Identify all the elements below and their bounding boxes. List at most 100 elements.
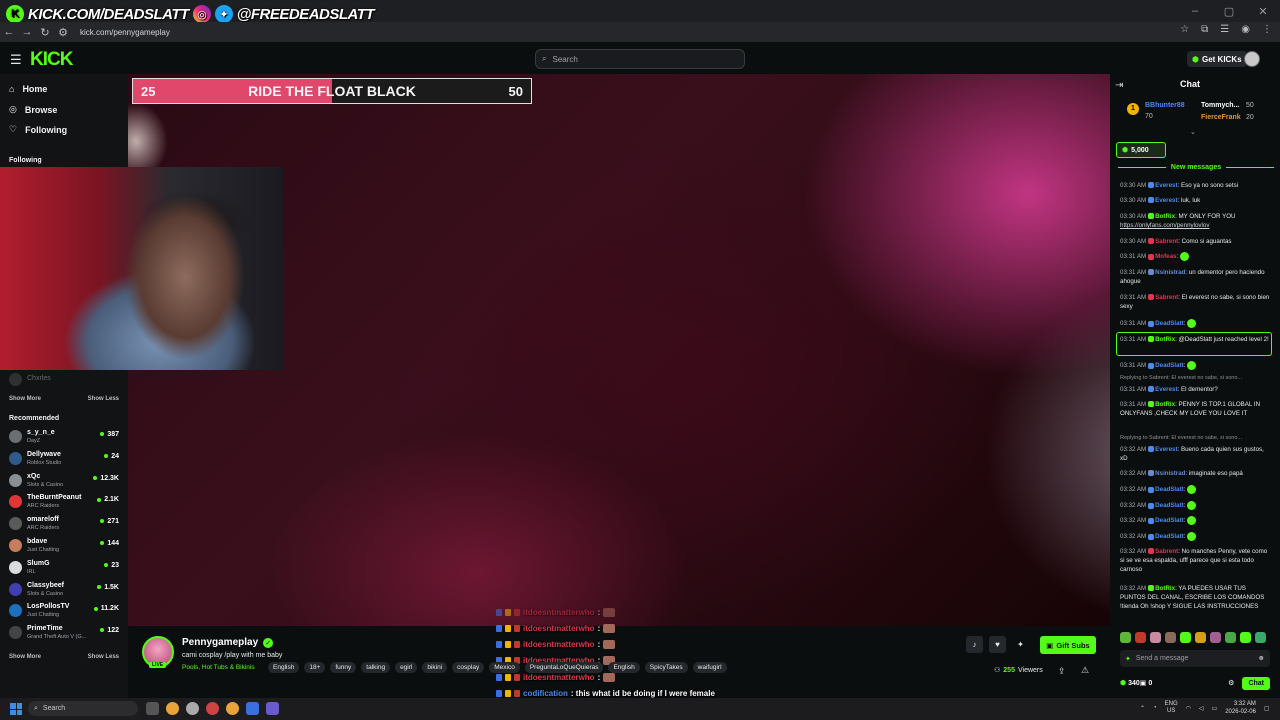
windows-start-icon[interactable] (10, 703, 22, 715)
emote-icon[interactable] (1240, 632, 1251, 643)
battery-icon[interactable]: ▭ (1212, 705, 1218, 712)
message-user[interactable]: BotRix (1155, 336, 1175, 343)
chrome-icon[interactable] (226, 702, 239, 715)
emoji-icon[interactable]: ☻ (1258, 655, 1265, 662)
profile-icon[interactable]: ◉ (1241, 24, 1250, 35)
maximize-icon[interactable]: ▢ (1212, 0, 1246, 22)
following-item[interactable]: Chxrles (9, 370, 119, 390)
chat-message[interactable]: 03:30 AM BotRix: MY ONLY FOR YOU https://o… (1120, 212, 1272, 230)
sidebar-item-following[interactable]: ♡ Following (9, 124, 67, 135)
stream-tag[interactable]: funny (330, 662, 357, 673)
send-chat-button[interactable]: Chat (1242, 676, 1270, 690)
recommended-channel[interactable]: TheBurntPeanut ARC Raiders 2.1K (9, 492, 119, 512)
emote-icon[interactable] (1195, 632, 1206, 643)
recommended-channel[interactable]: Dellywave Roblox Studio 24 (9, 449, 119, 469)
message-user[interactable]: Everest (1155, 182, 1177, 189)
message-user[interactable]: Everest (1155, 197, 1177, 204)
taskbar-search[interactable]: ⌕ Search (28, 701, 138, 716)
chat-message[interactable]: 03:30 AM Everest: Eso ya no sono setsi (1120, 181, 1272, 190)
recommended-channel[interactable]: Classybeef Slots & Casino 1.5K (9, 580, 119, 600)
app-icon[interactable] (206, 702, 219, 715)
channel-points[interactable]: ⬢ 340 (1120, 679, 1140, 687)
settings-gear-icon[interactable]: ⚙ (1228, 679, 1234, 687)
back-icon[interactable]: ← (0, 26, 18, 38)
recommended-channel[interactable]: xQc Slots & Casino 12.3K (9, 471, 119, 491)
network-icon[interactable]: ◔ (1153, 705, 1157, 711)
search-input[interactable]: ⌕ Search (535, 49, 745, 69)
pinned-gift[interactable]: ⬢ 5,000 (1116, 142, 1166, 158)
chat-message[interactable]: 03:31 AM Everest: El dementor? (1120, 385, 1272, 394)
message-link[interactable]: https://onlyfans.com/pennylovlov (1120, 222, 1209, 229)
volume-icon[interactable]: ◁ (1199, 705, 1204, 712)
stream-tag[interactable]: English (608, 662, 640, 673)
leaderboard-user[interactable]: FierceFrank (1201, 114, 1241, 121)
kick-logo[interactable]: KICK (30, 49, 73, 71)
notification-icon[interactable]: ▢ (1264, 705, 1270, 712)
sidebar-item-home[interactable]: ⌂ Home (9, 84, 47, 94)
emote-icon[interactable] (1225, 632, 1236, 643)
reply-context[interactable]: Replying to Sabrent: El everest no sabe,… (1120, 375, 1272, 381)
discord-icon[interactable] (266, 702, 279, 715)
app-icon[interactable] (186, 702, 199, 715)
chat-message[interactable]: 03:31 AM DeadSlatt: (1120, 361, 1272, 370)
emote-icon[interactable] (1150, 632, 1161, 643)
chat-message[interactable]: 03:32 AM Sabrent: No manches Penny, vete … (1120, 547, 1272, 574)
new-messages-divider[interactable]: New messages (1118, 164, 1274, 171)
message-user[interactable]: DeadSlatt (1155, 502, 1184, 509)
menu-dots-icon[interactable]: ⋮ (1262, 24, 1272, 35)
language-indicator[interactable]: ENG US (1165, 701, 1178, 715)
reply-context[interactable]: Replying to Sabrent: El everest no sabe,… (1120, 435, 1272, 441)
emote-icon[interactable] (1210, 632, 1221, 643)
wifi-icon[interactable]: ◠ (1186, 705, 1191, 712)
site-info-icon[interactable]: ⚙ (54, 26, 72, 39)
chat-message-input[interactable]: ✦ Send a message ☻ (1120, 650, 1270, 667)
chevron-up-icon[interactable]: ⌃ (1140, 705, 1145, 712)
follow-heart-icon[interactable]: ♥ (989, 636, 1006, 653)
emote-icon[interactable] (1135, 632, 1146, 643)
stream-tag[interactable]: waifugirl (692, 662, 727, 673)
recommended-channel[interactable]: PrimeTime Grand Theft Auto V (G... 122 (9, 623, 119, 643)
message-user[interactable]: Nsinistrad (1155, 470, 1185, 477)
stream-tag[interactable]: talking (361, 662, 391, 673)
chat-message[interactable]: 03:31 AM DeadSlatt: (1120, 319, 1272, 328)
chat-message[interactable]: 03:32 AM DeadSlatt: (1120, 532, 1272, 541)
chat-message[interactable]: 03:31 AM BotRix: PENNY IS TOP.1 GLOBAL IN… (1120, 400, 1272, 418)
emote-icon[interactable] (1165, 632, 1176, 643)
message-user[interactable]: DeadSlatt (1155, 486, 1184, 493)
collapse-chat-icon[interactable]: ⇥ (1115, 80, 1123, 91)
emote-icon[interactable] (1120, 632, 1131, 643)
stream-tag[interactable]: English (268, 662, 300, 673)
get-kicks-button[interactable]: ⬢ Get KICKs (1187, 51, 1247, 67)
notification-bell-icon[interactable]: ♪ (966, 636, 983, 653)
stream-category[interactable]: Pools, Hot Tubs & Bikinis (182, 664, 255, 671)
close-icon[interactable]: ✕ (1246, 0, 1280, 22)
user-avatar[interactable] (1244, 51, 1260, 67)
chat-message[interactable]: 03:32 AM BotRix: YA PUEDES USAR TUS PUNTO… (1120, 584, 1272, 611)
message-user[interactable]: DeadSlatt (1155, 362, 1184, 369)
message-user[interactable]: Nsinistrad (1155, 269, 1185, 276)
message-user[interactable]: DeadSlatt (1155, 320, 1184, 327)
sidebar-item-browse[interactable]: ◎ Browse (9, 104, 57, 115)
chat-message[interactable]: 03:32 AM DeadSlatt: (1120, 501, 1272, 510)
emote-icon[interactable] (1255, 632, 1266, 643)
gift-counter[interactable]: ▣ 0 (1140, 679, 1152, 687)
recommended-channel[interactable]: LosPollosTV Just Chatting 11.2K (9, 601, 119, 621)
recommended-channel[interactable]: bdave Just Chatting 144 (9, 536, 119, 556)
chat-message[interactable]: 03:30 AM Everest: luk, luk (1120, 196, 1272, 205)
clock[interactable]: 3:32 AM 2026-02-06 (1225, 700, 1256, 716)
recommended-channel[interactable]: SlumG IRL 23 (9, 558, 119, 578)
reload-icon[interactable]: ↻ (36, 26, 54, 39)
url-field[interactable]: kick.com/pennygameplay (80, 28, 170, 37)
stream-tag[interactable]: SpicyTakes (644, 662, 688, 673)
message-user[interactable]: BotRix (1155, 401, 1175, 408)
stream-tag[interactable]: PreguntaLoQueQuieras (524, 662, 604, 673)
hamburger-menu-icon[interactable]: ☰ (10, 52, 22, 68)
leaderboard-user[interactable]: BBhunter88 (1145, 102, 1185, 109)
recommended-channel[interactable]: s_y_n_e DayZ 387 (9, 427, 119, 447)
emote-icon[interactable] (1180, 632, 1191, 643)
message-user[interactable]: BotRix (1155, 213, 1175, 220)
stream-tag[interactable]: Mexico (489, 662, 520, 673)
streamer-name[interactable]: Pennygameplay ✓ (182, 637, 274, 648)
message-user[interactable]: Sabrent (1155, 238, 1178, 245)
gift-subs-button[interactable]: ▣ Gift Subs (1040, 636, 1096, 654)
